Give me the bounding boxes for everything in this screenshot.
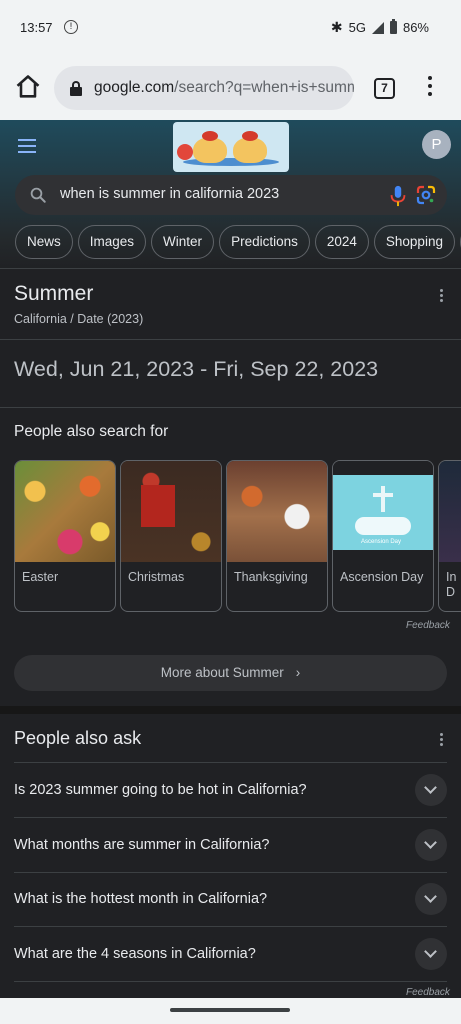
question-row[interactable]: Is 2023 summer going to be hot in Califo… [14,763,447,817]
question-row[interactable]: What is the hottest month in California? [14,872,447,926]
home-gesture-handle[interactable] [170,1008,290,1012]
card-label: In D [446,570,457,599]
chevron-down-icon[interactable] [415,883,447,915]
url-host: google.com [94,79,175,96]
feedback-link[interactable]: Feedback [406,987,450,998]
search-input[interactable]: when is summer in california 2023 [60,186,279,202]
chevron-down-icon[interactable] [415,829,447,861]
answer-more-options-icon[interactable] [440,289,444,303]
divider [14,981,447,982]
browser-menu-icon[interactable] [424,76,436,100]
thumbnail-caption: Ascension Day [361,539,402,545]
card-label: Christmas [128,570,185,584]
signal-icon [371,21,384,34]
people-also-search-title: People also search for [14,423,169,440]
alert-icon: ! [64,20,78,34]
chip-2024[interactable]: 2024 [314,225,369,259]
ascension-day-thumbnail: Ascension Day [333,461,433,562]
people-also-search-carousel: Easter Christmas Thanksgiving Ascension … [14,460,461,612]
filter-chips: NewsImagesWinterPredictions2024ShoppingV… [15,225,461,259]
divider [0,268,461,269]
status-indicators: ✱ 5G 86% [331,19,429,36]
browser-toolbar: google.com/search?q=when+is+summ 7 [0,56,461,120]
divider [0,407,461,408]
feedback-link[interactable]: Feedback [406,620,450,631]
chip-news[interactable]: News [15,225,73,259]
answer-subtitle: California / Date (2023) [14,312,144,326]
question-row[interactable]: What months are summer in California? [14,818,447,872]
hamburger-menu-icon[interactable] [18,139,36,157]
chevron-right-icon: › [295,665,301,680]
card-easter[interactable]: Easter [14,460,116,612]
google-lens-icon[interactable] [416,185,436,205]
card-label: Easter [22,570,59,584]
divider [0,339,461,340]
more-about-button[interactable]: More about Summer › [14,655,447,691]
network-type: 5G [348,20,366,35]
system-navigation-bar [0,998,461,1024]
people-also-ask-title: People also ask [14,728,142,748]
tab-switcher-button[interactable]: 7 [374,78,395,99]
partial-thumbnail [439,461,461,562]
answer-date-range: Wed, Jun 21, 2023 - Fri, Sep 22, 2023 [14,357,379,381]
microphone-icon[interactable] [388,185,408,207]
address-bar[interactable]: google.com/search?q=when+is+summ [54,66,354,110]
chip-predictions[interactable]: Predictions [219,225,310,259]
url-path: /search?q=when+is+summ [174,79,354,96]
question-text: What is the hottest month in California? [14,891,268,907]
more-about-label: More about Summer [160,665,284,680]
search-icon [30,187,46,203]
question-text: What are the 4 seasons in California? [14,946,256,962]
avatar[interactable]: P [422,130,451,159]
question-text: What months are summer in California? [14,837,270,853]
chip-shopping[interactable]: Shopping [373,225,455,259]
status-bar: 13:57 ! ✱ 5G 86% [0,0,461,56]
thanksgiving-thumbnail [227,461,327,562]
google-doodle[interactable] [173,122,289,172]
chevron-down-icon[interactable] [415,938,447,970]
battery-icon [389,19,397,34]
card-ascension-day[interactable]: Ascension Day Ascension Day [332,460,434,612]
christmas-thumbnail [121,461,221,562]
card-thanksgiving[interactable]: Thanksgiving [226,460,328,612]
battery-percent: 86% [402,20,429,35]
cloud-icon [355,517,411,535]
card-christmas[interactable]: Christmas [120,460,222,612]
paa-more-options-icon[interactable] [440,733,444,747]
home-icon[interactable] [14,73,42,101]
lock-icon [70,81,82,96]
bluetooth-icon: ✱ [330,19,343,35]
card-label: Thanksgiving [234,570,308,584]
question-row[interactable]: What are the 4 seasons in California? [14,927,447,981]
chip-winter[interactable]: Winter [151,225,215,259]
section-separator [0,706,461,714]
chevron-down-icon[interactable] [415,774,447,806]
status-time: 13:57 [20,20,53,35]
chip-images[interactable]: Images [77,225,147,259]
easter-thumbnail [15,461,115,562]
question-text: Is 2023 summer going to be hot in Califo… [14,782,307,798]
card-label: Ascension Day [340,570,424,584]
card-partial[interactable]: In D [438,460,461,612]
answer-title: Summer [14,282,94,305]
search-box[interactable]: when is summer in california 2023 [15,175,447,215]
